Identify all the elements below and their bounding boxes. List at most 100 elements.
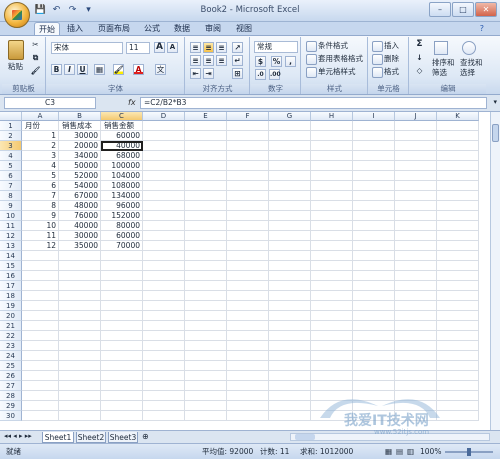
close-button[interactable]: ✕ xyxy=(475,2,497,17)
decrease-decimal-icon[interactable]: .00 xyxy=(269,69,281,80)
data-cell[interactable]: 10 xyxy=(22,221,59,231)
row-header[interactable]: 7 xyxy=(0,181,22,191)
align-bottom-icon[interactable]: ≡ xyxy=(216,42,227,53)
underline-button[interactable]: U xyxy=(77,64,88,75)
column-header[interactable]: F xyxy=(227,112,269,121)
data-cell[interactable]: 11 xyxy=(22,231,59,241)
row-header[interactable]: 12 xyxy=(0,231,22,241)
row-header[interactable]: 13 xyxy=(0,241,22,251)
tab-formulas[interactable]: 公式 xyxy=(140,22,164,35)
column-header[interactable]: C xyxy=(101,112,143,121)
data-cell[interactable]: 9 xyxy=(22,211,59,221)
data-cell[interactable]: 4 xyxy=(22,161,59,171)
clear-icon[interactable]: ◇ xyxy=(414,66,425,77)
align-top-icon[interactable]: ≡ xyxy=(190,42,201,53)
row-header[interactable]: 11 xyxy=(0,221,22,231)
conditional-format-button[interactable]: 条件格式 xyxy=(306,40,348,52)
sheet-tab-2[interactable]: Sheet2 xyxy=(76,432,106,443)
data-cell[interactable]: 152000 xyxy=(101,211,143,221)
data-cell[interactable]: 3 xyxy=(22,151,59,161)
number-format-select[interactable]: 常规 xyxy=(254,41,298,53)
italic-button[interactable]: I xyxy=(64,64,75,75)
data-cell[interactable]: 40000 xyxy=(101,141,143,151)
row-header[interactable]: 24 xyxy=(0,351,22,361)
row-header[interactable]: 19 xyxy=(0,301,22,311)
data-cell[interactable]: 104000 xyxy=(101,171,143,181)
phonetic-icon[interactable]: 文 xyxy=(155,64,166,75)
row-header[interactable]: 18 xyxy=(0,291,22,301)
column-header[interactable]: G xyxy=(269,112,311,121)
border-icon[interactable]: ▦ xyxy=(94,64,105,75)
vertical-scrollbar[interactable] xyxy=(490,112,500,431)
data-cell[interactable]: 96000 xyxy=(101,201,143,211)
delete-cells-button[interactable]: 删除 xyxy=(372,53,399,65)
row-header[interactable]: 20 xyxy=(0,311,22,321)
orientation-icon[interactable]: ↗ xyxy=(232,42,243,53)
bold-button[interactable]: B xyxy=(51,64,62,75)
font-size-select[interactable]: 11 xyxy=(126,42,150,54)
row-header[interactable]: 8 xyxy=(0,191,22,201)
fx-icon[interactable]: fx xyxy=(128,98,136,107)
row-header[interactable]: 15 xyxy=(0,261,22,271)
data-cell[interactable]: 2 xyxy=(22,141,59,151)
merge-center-icon[interactable]: ⊞ xyxy=(232,68,243,79)
fill-icon[interactable]: ↓ xyxy=(414,53,425,64)
row-header[interactable]: 1 xyxy=(0,121,22,131)
hscroll-thumb[interactable] xyxy=(295,434,315,440)
zoom-thumb[interactable] xyxy=(467,448,471,456)
tab-home[interactable]: 开始 xyxy=(34,22,60,35)
row-header[interactable]: 14 xyxy=(0,251,22,261)
grow-font-icon[interactable]: A xyxy=(154,42,165,53)
data-cell[interactable]: 40000 xyxy=(59,221,101,231)
name-box[interactable]: C3 xyxy=(4,97,96,109)
autosum-icon[interactable]: Σ xyxy=(414,40,425,51)
row-header[interactable]: 5 xyxy=(0,161,22,171)
row-header[interactable]: 26 xyxy=(0,371,22,381)
worksheet-grid[interactable]: A B C D E F G H I J K 1 2 3 4 5 6 7 8 9 10 11 12 13 14 15 16 17 18 19… xyxy=(0,111,500,431)
maximize-button[interactable]: □ xyxy=(452,2,474,17)
find-select-icon[interactable] xyxy=(462,41,476,55)
row-header[interactable]: 17 xyxy=(0,281,22,291)
data-cell[interactable]: 1 xyxy=(22,131,59,141)
header-cell[interactable]: 销售金额 xyxy=(101,121,143,131)
column-header[interactable]: K xyxy=(437,112,479,121)
scroll-thumb[interactable] xyxy=(492,124,499,142)
view-layout-icon[interactable]: ▤ xyxy=(396,444,403,459)
column-header[interactable]: A xyxy=(22,112,59,121)
tab-review[interactable]: 审阅 xyxy=(201,22,225,35)
data-cell[interactable]: 7 xyxy=(22,191,59,201)
data-cell[interactable]: 34000 xyxy=(59,151,101,161)
data-cell[interactable]: 60000 xyxy=(101,131,143,141)
tab-data[interactable]: 数据 xyxy=(170,22,194,35)
data-cell[interactable]: 52000 xyxy=(59,171,101,181)
data-cell[interactable]: 54000 xyxy=(59,181,101,191)
align-right-icon[interactable]: ≡ xyxy=(216,55,227,66)
sheet-tab-3[interactable]: Sheet3 xyxy=(108,432,138,443)
column-header[interactable]: J xyxy=(395,112,437,121)
data-cell[interactable]: 30000 xyxy=(59,231,101,241)
sort-filter-button-line2[interactable]: 筛选 xyxy=(432,67,447,79)
paste-icon[interactable] xyxy=(8,40,24,60)
increase-indent-icon[interactable]: ⇥ xyxy=(203,68,214,79)
font-color-icon[interactable]: A xyxy=(133,64,144,75)
data-cell[interactable]: 70000 xyxy=(101,241,143,251)
align-left-icon[interactable]: ≡ xyxy=(190,55,201,66)
row-header[interactable]: 21 xyxy=(0,321,22,331)
sheet-nav-icon[interactable]: ◂◂ ◂ ▸ ▸▸ xyxy=(4,432,32,440)
office-button[interactable] xyxy=(4,2,30,28)
data-cell[interactable]: 20000 xyxy=(59,141,101,151)
new-sheet-icon[interactable]: ⊕ xyxy=(142,432,149,441)
view-normal-icon[interactable]: ▦ xyxy=(385,444,392,459)
row-header[interactable]: 28 xyxy=(0,391,22,401)
format-painter-icon[interactable]: 🖌 xyxy=(30,66,41,77)
paste-button[interactable]: 粘贴 xyxy=(8,61,23,73)
column-header[interactable]: I xyxy=(353,112,395,121)
align-center-icon[interactable]: ≡ xyxy=(203,55,214,66)
data-cell[interactable]: 60000 xyxy=(101,231,143,241)
row-header[interactable]: 10 xyxy=(0,211,22,221)
row-header[interactable]: 29 xyxy=(0,401,22,411)
column-header[interactable]: D xyxy=(143,112,185,121)
data-cell[interactable]: 5 xyxy=(22,171,59,181)
tab-page-layout[interactable]: 页面布局 xyxy=(94,22,134,35)
sheet-tab-1[interactable]: Sheet1 xyxy=(42,432,74,443)
